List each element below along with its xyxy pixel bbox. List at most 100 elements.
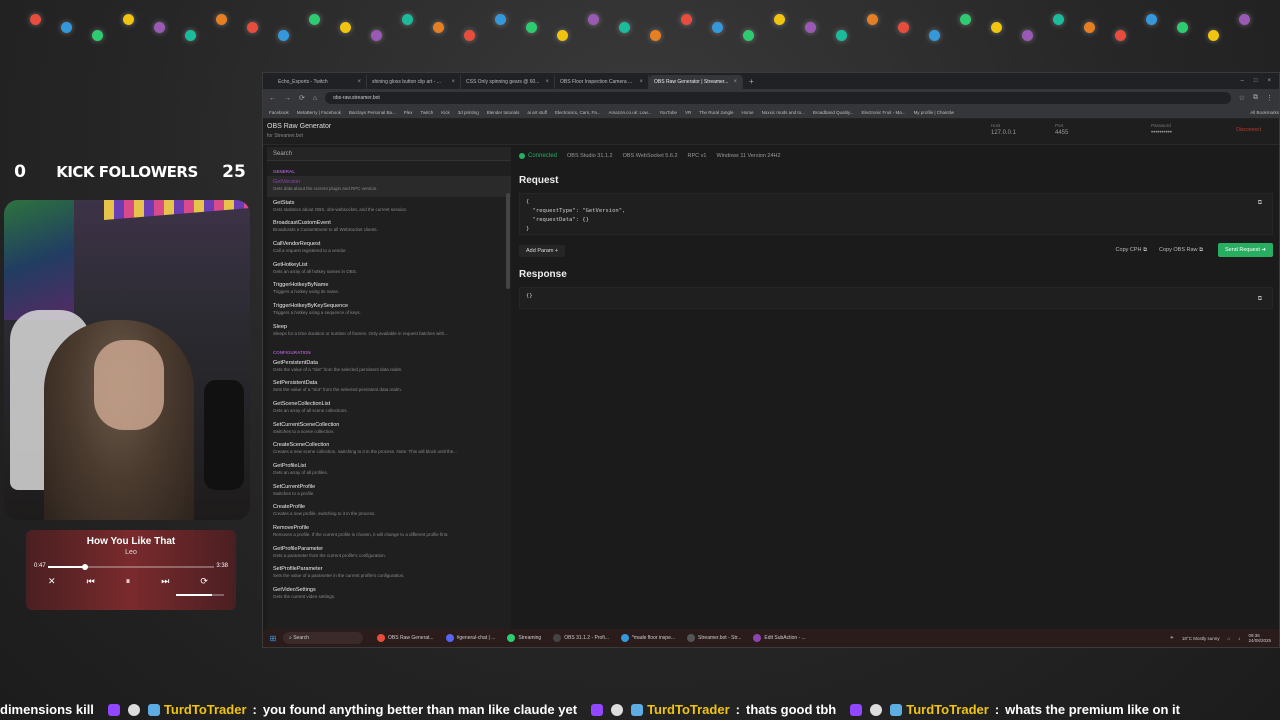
copy-request-icon[interactable]: ⧉: [1258, 198, 1262, 207]
bookmark-item[interactable]: Home: [742, 110, 754, 115]
copy-obs-raw-button[interactable]: Copy OBS Raw ⧉: [1159, 247, 1203, 254]
volume-slider[interactable]: [176, 594, 224, 596]
request-item[interactable]: SetProfileParameter Sets the value of a p…: [267, 563, 511, 584]
clock[interactable]: 09:36 24/08/2025: [1248, 633, 1271, 643]
request-item[interactable]: GetVideoSettings Gets the current video s…: [267, 584, 511, 605]
next-icon[interactable]: ⏭: [161, 576, 169, 587]
request-editor[interactable]: { "requestType": "GetVersion", "requestD…: [519, 193, 1273, 235]
bookmark-item[interactable]: The Rural Jungle: [699, 110, 733, 115]
browser-tab[interactable]: OBS Raw Generator | Streamer... ×: [649, 75, 743, 89]
sidebar-scrollbar[interactable]: [506, 193, 510, 289]
bookmark-item[interactable]: Twitch: [421, 110, 434, 115]
bookmark-item[interactable]: Plex: [404, 110, 413, 115]
close-tab-icon[interactable]: ×: [357, 79, 361, 85]
send-request-button[interactable]: Send Request ➜: [1218, 243, 1273, 257]
network-icon[interactable]: ⌂: [1228, 636, 1231, 641]
request-item[interactable]: GetProfileParameter Gets a parameter from…: [267, 543, 511, 564]
taskbar-app[interactable]: #general-chat | ...: [440, 634, 502, 642]
song-progress-bar[interactable]: [48, 564, 214, 570]
request-item[interactable]: GetHotkeyList Gets an array of all hotkey…: [267, 259, 511, 280]
bookmark-item[interactable]: Facebook: [269, 110, 289, 115]
port-field[interactable]: Port 4455: [1055, 123, 1068, 136]
shuffle-icon[interactable]: ✕: [48, 576, 56, 587]
menu-icon[interactable]: ⋮: [1266, 94, 1273, 102]
request-item[interactable]: GetProfileList Gets an array of all profi…: [267, 460, 511, 481]
request-item[interactable]: CallVendorRequest Call a request register…: [267, 238, 511, 259]
request-item[interactable]: TriggerHotkeyByName Triggers a hotkey usi…: [267, 279, 511, 300]
bookmark-item[interactable]: MetaBerry | Facebook: [297, 110, 341, 115]
bookmark-item[interactable]: ai art stuff: [527, 110, 547, 115]
close-tab-icon[interactable]: ×: [639, 79, 643, 85]
request-item[interactable]: CreateProfile Creates a new profile, swit…: [267, 501, 511, 522]
copy-response-icon[interactable]: ⧉: [1258, 294, 1262, 303]
taskbar-app[interactable]: OBS Raw Generat...: [371, 634, 440, 642]
close-icon[interactable]: ×: [1267, 78, 1271, 84]
song-progress-knob[interactable]: [81, 564, 88, 570]
minimize-icon[interactable]: –: [1241, 78, 1244, 84]
url-field[interactable]: obs-raw.streamer.bot: [325, 92, 1231, 104]
reload-icon[interactable]: ⟳: [299, 94, 305, 102]
chat-username[interactable]: TurdToTrader: [164, 702, 247, 717]
browser-tab[interactable]: shining gloss button clip art - ... ×: [367, 75, 461, 89]
extensions-icon[interactable]: ⧉: [1253, 94, 1258, 102]
add-param-button[interactable]: Add Param +: [519, 245, 566, 257]
search-input[interactable]: Search: [267, 147, 511, 161]
request-item[interactable]: GetVersion Gets data about the current pl…: [267, 176, 511, 197]
repeat-icon[interactable]: ⟳: [200, 576, 208, 587]
bookmark-item[interactable]: 3d printing: [458, 110, 479, 115]
bookmark-item[interactable]: Amazon.co.uk: Low...: [609, 110, 652, 115]
bookmark-item[interactable]: Broadband Quality...: [813, 110, 854, 115]
bookmark-item[interactable]: YouTube: [659, 110, 677, 115]
chat-username[interactable]: TurdToTrader: [647, 702, 730, 717]
star-icon[interactable]: ☆: [1239, 94, 1245, 102]
volume-icon[interactable]: ♪: [1238, 636, 1240, 641]
port-value[interactable]: 4455: [1055, 130, 1068, 136]
request-item[interactable]: GetPersistentData Gets the value of a "sl…: [267, 357, 511, 378]
chat-username[interactable]: TurdToTrader: [906, 702, 989, 717]
password-field[interactable]: Password ••••••••••: [1151, 123, 1172, 136]
pause-icon[interactable]: ⏸: [126, 576, 131, 587]
taskbar-search[interactable]: ⌕ Search: [283, 632, 363, 644]
home-icon[interactable]: ⌂: [313, 95, 317, 102]
request-code[interactable]: { "requestType": "GetVersion", "requestD…: [526, 198, 1266, 234]
bookmark-item[interactable]: Electronic Fruit - Ma...: [862, 110, 906, 115]
taskbar-app[interactable]: Streamer.bot - Str...: [681, 634, 747, 642]
browser-tab[interactable]: OBS Floor Inspection Camera ... ×: [555, 75, 649, 89]
close-tab-icon[interactable]: ×: [545, 79, 549, 85]
bookmark-item[interactable]: Noxxic mods and to...: [762, 110, 805, 115]
taskbar-app[interactable]: *made floor inspe...: [615, 634, 681, 642]
browser-tab[interactable]: Echo_Esports - Twitch ×: [273, 75, 367, 89]
close-tab-icon[interactable]: ×: [451, 79, 455, 85]
password-value[interactable]: ••••••••••: [1151, 130, 1172, 136]
disconnect-button[interactable]: Disconnect: [1236, 127, 1261, 133]
close-tab-icon[interactable]: ×: [733, 79, 737, 85]
maximize-icon[interactable]: □: [1254, 78, 1258, 84]
start-icon[interactable]: ⊞: [263, 634, 283, 643]
host-value[interactable]: 127.0.0.1: [991, 130, 1016, 136]
new-tab-icon[interactable]: +: [743, 77, 760, 86]
bookmark-item[interactable]: All Bookmarks: [1250, 110, 1279, 115]
request-item[interactable]: SetPersistentData Sets the value of a "sl…: [267, 377, 511, 398]
taskbar-app[interactable]: Streaming: [501, 634, 547, 642]
bookmark-item[interactable]: My profile | Chaintlw: [914, 110, 954, 115]
request-item[interactable]: CreateSceneCollection Creates a new scene…: [267, 439, 511, 460]
request-item[interactable]: SetCurrentSceneCollection Switches to a s…: [267, 419, 511, 440]
request-item[interactable]: GetSceneCollectionList Gets an array of a…: [267, 398, 511, 419]
bookmark-item[interactable]: VR: [685, 110, 691, 115]
request-item[interactable]: GetStats Gets statistics about OBS, obs-w…: [267, 197, 511, 218]
request-item[interactable]: RemoveProfile Removes a profile. If the c…: [267, 522, 511, 543]
bookmark-item[interactable]: Kick: [441, 110, 450, 115]
request-item[interactable]: TriggerHotkeyByKeySequence Triggers a hot…: [267, 300, 511, 321]
bookmark-item[interactable]: Electronics, Cars, Fa...: [555, 110, 601, 115]
taskbar-app[interactable]: Edit SubAction - ...: [747, 634, 811, 642]
request-item[interactable]: BroadcastCustomEvent Broadcasts a CustomE…: [267, 217, 511, 238]
copy-cph-button[interactable]: Copy CPH ⧉: [1116, 247, 1147, 254]
bookmark-item[interactable]: Blender tutorials: [487, 110, 520, 115]
request-item[interactable]: SetCurrentProfile Switches to a profile.: [267, 481, 511, 502]
previous-icon[interactable]: ⏮: [87, 576, 95, 587]
taskbar-app[interactable]: OBS 31.1.2 - Profi...: [547, 634, 615, 642]
weather[interactable]: 18°C Mostly sunny: [1182, 636, 1220, 641]
bookmark-item[interactable]: Barclays Personal Ba...: [349, 110, 396, 115]
forward-icon[interactable]: →: [284, 95, 291, 102]
host-field[interactable]: Host 127.0.0.1: [991, 123, 1016, 136]
